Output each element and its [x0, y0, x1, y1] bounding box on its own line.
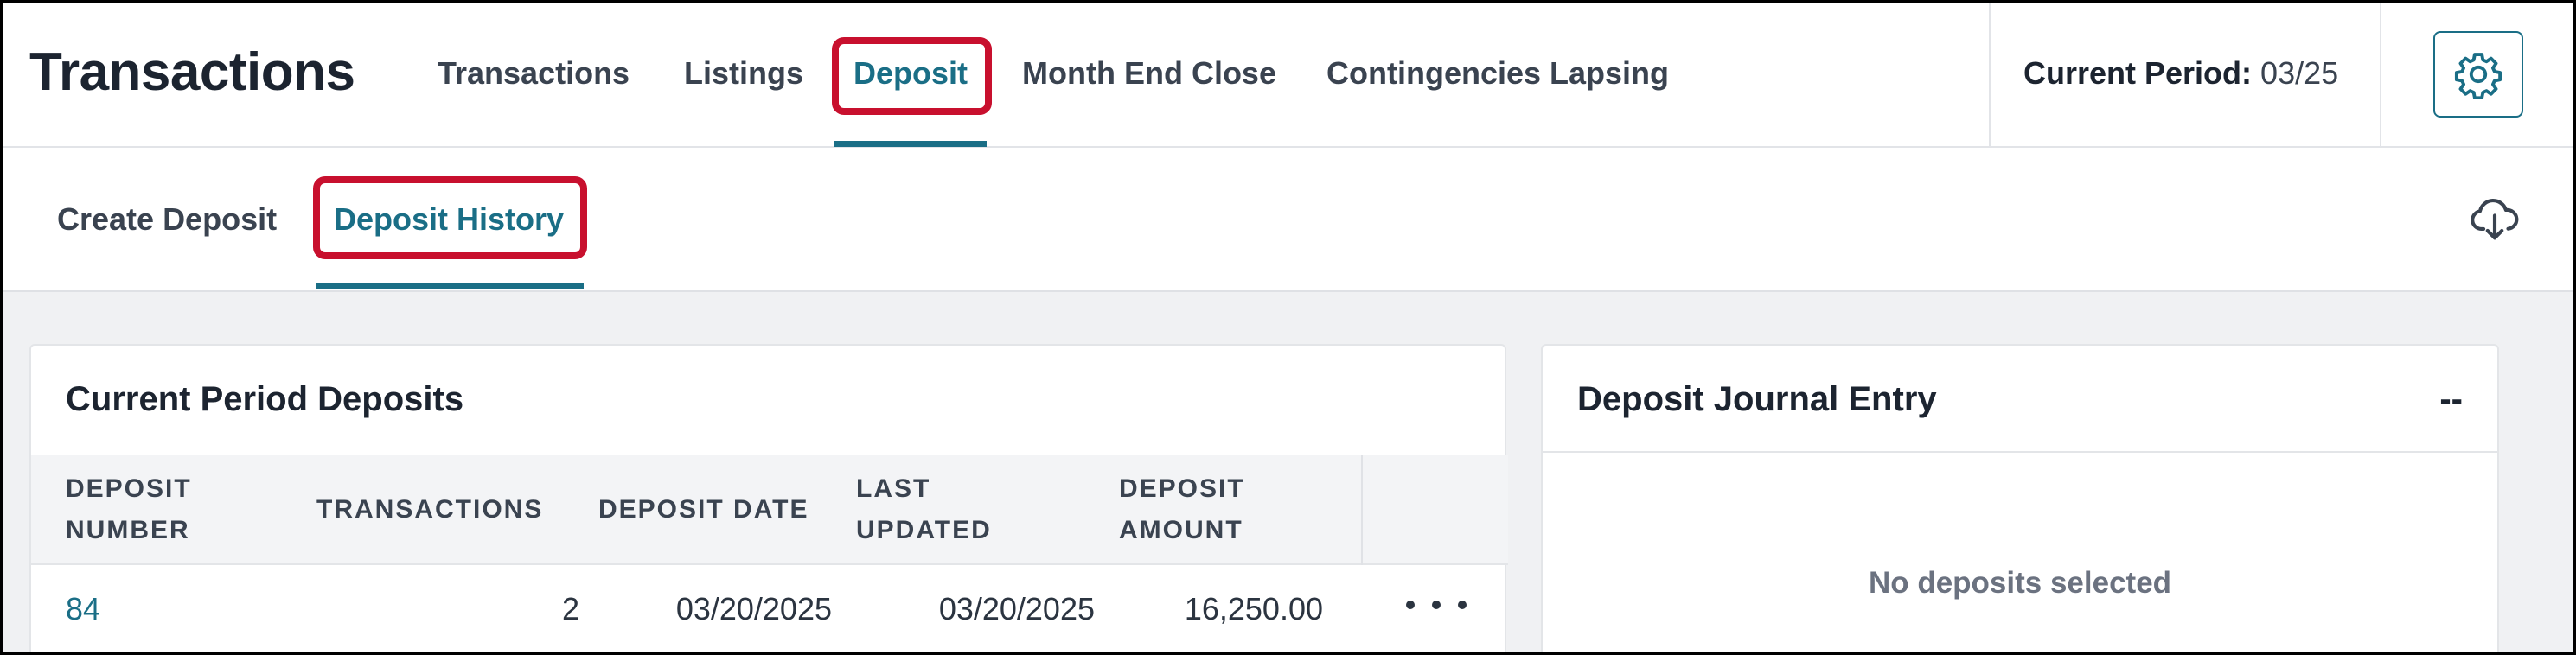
empty-state-message: No deposits selected [1868, 566, 2172, 600]
cloud-download-icon[interactable] [2468, 191, 2522, 245]
tab-month-end-close[interactable]: Month End Close [1022, 55, 1276, 92]
active-subtab-indicator [316, 283, 584, 289]
sub-nav-bar: Create Deposit Deposit History [3, 148, 2573, 292]
deposit-amount: 16,250.00 [1184, 591, 1323, 626]
transactions-count: 2 [561, 591, 579, 626]
current-period-value: 03/25 [2260, 55, 2339, 91]
more-dot [1406, 601, 1415, 609]
table-header: DEPOSIT NUMBER TRANSACTIONS DEPOSIT DATE… [31, 455, 1508, 565]
tab-listings[interactable]: Listings [684, 55, 803, 92]
nav-divider [2380, 3, 2381, 148]
content-area: Current Period Deposits DEPOSIT NUMBER T… [3, 292, 2546, 652]
current-period-deposits-card: Current Period Deposits DEPOSIT NUMBER T… [29, 344, 1508, 652]
header-line: LAST [856, 474, 931, 503]
card-title: Current Period Deposits [66, 380, 464, 418]
gear-icon [2454, 53, 2502, 99]
journal-entry-value: -- [2439, 380, 2463, 418]
header-line: UPDATED [856, 516, 992, 544]
header-line: DEPOSIT [66, 474, 192, 503]
tab-deposit[interactable]: Deposit [853, 55, 968, 92]
tab-transactions[interactable]: Transactions [438, 55, 630, 92]
column-header-deposit-date[interactable]: DEPOSIT DATE [598, 489, 809, 531]
subtab-create-deposit[interactable]: Create Deposit [57, 201, 277, 238]
settings-button[interactable] [2433, 31, 2523, 118]
column-header-last-updated[interactable]: LAST UPDATED [856, 468, 992, 551]
deposit-number-link[interactable]: 84 [66, 591, 100, 627]
deposit-journal-entry-card: Deposit Journal Entry -- No deposits sel… [1541, 344, 2499, 652]
app-window: Transactions Transactions Listings Depos… [0, 0, 2576, 655]
subtab-deposit-history[interactable]: Deposit History [334, 201, 564, 238]
header-line: AMOUNT [1119, 516, 1243, 544]
last-updated: 03/20/2025 [938, 591, 1095, 626]
card-title: Deposit Journal Entry [1577, 380, 1937, 418]
page-title: Transactions [29, 42, 355, 102]
more-actions-button[interactable] [1406, 588, 1467, 622]
top-nav-bar: Transactions Transactions Listings Depos… [3, 3, 2573, 148]
column-header-deposit-amount[interactable]: DEPOSIT AMOUNT [1119, 468, 1245, 551]
vertical-scrollbar[interactable] [2546, 292, 2573, 652]
active-tab-indicator [834, 141, 987, 147]
column-header-deposit-number[interactable]: DEPOSIT NUMBER [66, 468, 192, 551]
tab-contingencies-lapsing[interactable]: Contingencies Lapsing [1326, 55, 1669, 92]
current-period-label: Current Period: [2023, 55, 2253, 91]
deposit-date: 03/20/2025 [675, 591, 832, 626]
nav-divider [1989, 3, 1991, 148]
current-period: Current Period: 03/25 [2023, 55, 2338, 92]
header-line: DEPOSIT [1119, 474, 1245, 503]
header-line: NUMBER [66, 516, 190, 544]
more-dot [1432, 601, 1441, 609]
card-header: Deposit Journal Entry -- [1543, 346, 2497, 453]
more-dot [1458, 601, 1467, 609]
column-header-transactions[interactable]: TRANSACTIONS [316, 489, 543, 531]
column-divider [1361, 455, 1363, 565]
